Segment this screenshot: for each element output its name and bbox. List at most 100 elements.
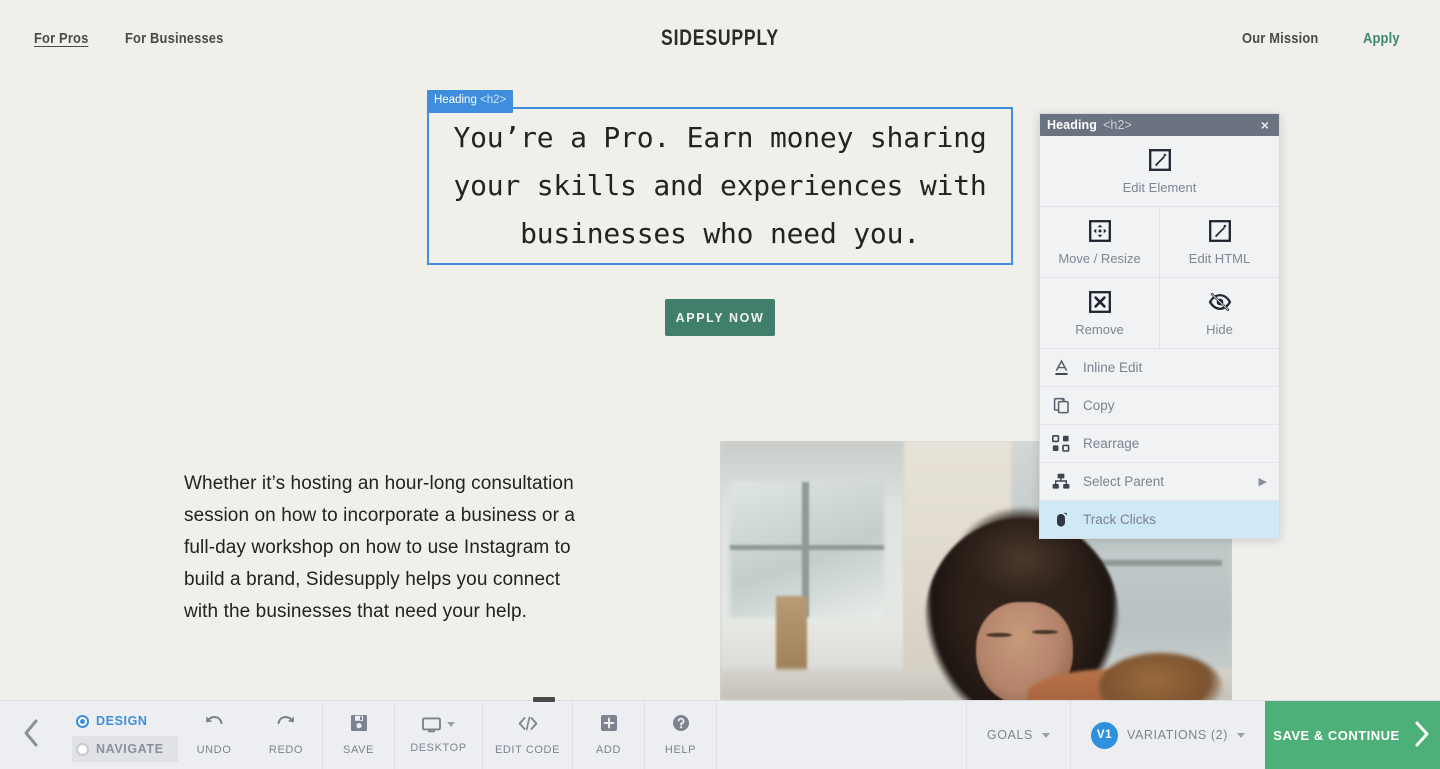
hide-label: Hide <box>1206 322 1233 337</box>
code-brackets-icon <box>517 715 539 735</box>
menu-item-track-clicks[interactable]: Track Clicks <box>1040 501 1279 538</box>
menu-item-label: Inline Edit <box>1083 360 1143 375</box>
nav-link-apply[interactable]: Apply <box>1363 30 1400 47</box>
edit-element-button[interactable]: Edit Element <box>1040 136 1279 206</box>
menu-item-select-parent[interactable]: Select Parent ▶ <box>1040 463 1279 501</box>
mode-design-label: DESIGN <box>96 714 148 728</box>
monitor-icon <box>422 716 455 733</box>
selection-badge-tag: <h2> <box>480 94 507 106</box>
remove-label: Remove <box>1075 322 1124 337</box>
nav-link-for-businesses[interactable]: For Businesses <box>125 30 223 47</box>
nav-link-our-mission[interactable]: Our Mission <box>1242 30 1318 47</box>
mode-navigate-label: NAVIGATE <box>96 742 164 756</box>
save-disk-icon <box>350 714 368 735</box>
save-label: SAVE <box>343 744 374 756</box>
save-and-continue-button[interactable]: SAVE & CONTINUE <box>1265 701 1440 769</box>
chevron-down-icon <box>1237 732 1245 738</box>
body-paragraph: Whether it’s hosting an hour-long consul… <box>184 473 576 622</box>
navbar-right-links: Our Mission Apply <box>1242 30 1406 47</box>
help-label: HELP <box>664 744 697 756</box>
pencil-square-icon <box>1044 149 1275 171</box>
add-label: ADD <box>595 744 622 756</box>
undo-button[interactable]: UNDO <box>178 701 250 769</box>
site-navbar: For Pros For Businesses SIDESUPPLY Our M… <box>0 0 1440 76</box>
menu-item-rearrange[interactable]: Rearrage <box>1040 425 1279 463</box>
menu-item-label: Copy <box>1083 398 1115 413</box>
navbar-left-links: For Pros For Businesses <box>34 30 240 47</box>
mode-design[interactable]: DESIGN <box>72 708 178 734</box>
mouse-icon <box>1052 511 1070 528</box>
variations-dropdown[interactable]: V1 VARIATIONS (2) <box>1069 701 1265 769</box>
editor-root: For Pros For Businesses SIDESUPPLY Our M… <box>0 0 1440 769</box>
variation-badge: V1 <box>1090 721 1118 749</box>
plus-square-icon <box>600 714 618 735</box>
edit-html-button[interactable]: Edit HTML <box>1159 207 1279 277</box>
context-tile-row-2: Move / Resize Edit HTML <box>1040 207 1279 278</box>
redo-label: REDO <box>268 744 304 756</box>
chevron-down-icon <box>1041 732 1050 738</box>
site-brand-logo: SIDESUPPLY <box>661 25 779 50</box>
add-button[interactable]: ADD <box>572 701 644 769</box>
eye-slash-icon <box>1164 291 1275 313</box>
collapse-toolbar-button[interactable] <box>0 701 62 769</box>
variations-label: VARIATIONS (2) <box>1126 728 1228 742</box>
undo-label: UNDO <box>196 744 232 756</box>
desktop-viewport-button[interactable]: DESKTOP <box>394 701 482 769</box>
move-resize-label: Move / Resize <box>1058 251 1141 266</box>
selection-badge-name: Heading <box>434 94 477 106</box>
question-circle-icon <box>672 714 690 735</box>
radio-icon <box>76 742 89 756</box>
text-underline-icon <box>1052 359 1070 376</box>
edit-element-label: Edit Element <box>1122 180 1197 195</box>
move-resize-button[interactable]: Move / Resize <box>1040 207 1159 277</box>
desktop-label: DESKTOP <box>410 741 467 754</box>
redo-arrow-icon <box>276 714 296 735</box>
menu-item-label: Rearrage <box>1083 436 1140 451</box>
toolbar-drag-handle[interactable] <box>533 697 555 702</box>
hide-button[interactable]: Hide <box>1159 278 1279 348</box>
help-button[interactable]: HELP <box>644 701 716 769</box>
mode-navigate[interactable]: NAVIGATE <box>72 736 178 762</box>
context-menu-title-tag: <h2> <box>1103 118 1132 132</box>
context-tile-row-3: Remove Hide <box>1040 278 1279 349</box>
element-context-menu[interactable]: Heading <h2> × Edit Element Move / Resiz… <box>1039 113 1280 539</box>
chevron-down-icon <box>447 722 455 727</box>
menu-item-copy[interactable]: Copy <box>1040 387 1279 425</box>
pencil-square-icon <box>1164 220 1275 242</box>
copy-icon <box>1052 397 1070 414</box>
x-square-icon <box>1044 291 1155 313</box>
context-menu-title: Heading <box>1047 118 1098 132</box>
rearrange-icon <box>1052 435 1070 452</box>
menu-item-inline-edit[interactable]: Inline Edit <box>1040 349 1279 387</box>
goals-dropdown[interactable]: GOALS <box>965 701 1070 769</box>
remove-button[interactable]: Remove <box>1040 278 1159 348</box>
undo-arrow-icon <box>204 714 224 735</box>
photo-person-brow-left <box>986 632 1012 637</box>
context-menu-header: Heading <h2> × <box>1040 114 1279 136</box>
apply-now-button[interactable]: APPLY NOW <box>665 299 775 336</box>
move-resize-icon <box>1044 220 1155 242</box>
menu-item-label: Select Parent <box>1083 474 1165 489</box>
edit-html-label: Edit HTML <box>1188 251 1251 266</box>
toolbar-spacer <box>716 701 966 769</box>
chevron-left-icon <box>20 718 42 753</box>
save-continue-label: SAVE & CONTINUE <box>1273 727 1400 743</box>
photo-picture-frame <box>776 596 808 680</box>
hero-heading[interactable]: You’re a Pro. Earn money sharing your sk… <box>429 114 1011 258</box>
save-button[interactable]: SAVE <box>322 701 394 769</box>
mode-switcher: DESIGN NAVIGATE <box>62 701 178 769</box>
menu-item-label: Track Clicks <box>1083 512 1156 527</box>
hierarchy-icon <box>1052 473 1070 490</box>
selection-outline[interactable]: You’re a Pro. Earn money sharing your sk… <box>427 107 1013 265</box>
chevron-right-icon: ▶ <box>1258 476 1267 488</box>
goals-label: GOALS <box>986 728 1033 742</box>
edit-code-button[interactable]: EDIT CODE <box>482 701 572 769</box>
chevron-right-icon <box>1412 720 1432 751</box>
context-tile-row-1: Edit Element <box>1040 136 1279 207</box>
edit-code-label: EDIT CODE <box>494 743 561 756</box>
redo-button[interactable]: REDO <box>250 701 322 769</box>
nav-link-for-pros[interactable]: For Pros <box>34 30 88 47</box>
editor-toolbar: DESIGN NAVIGATE UNDO REDO SAVE DESKTOP E… <box>0 697 1440 769</box>
radio-icon <box>76 714 89 728</box>
close-icon[interactable]: × <box>1258 116 1272 134</box>
